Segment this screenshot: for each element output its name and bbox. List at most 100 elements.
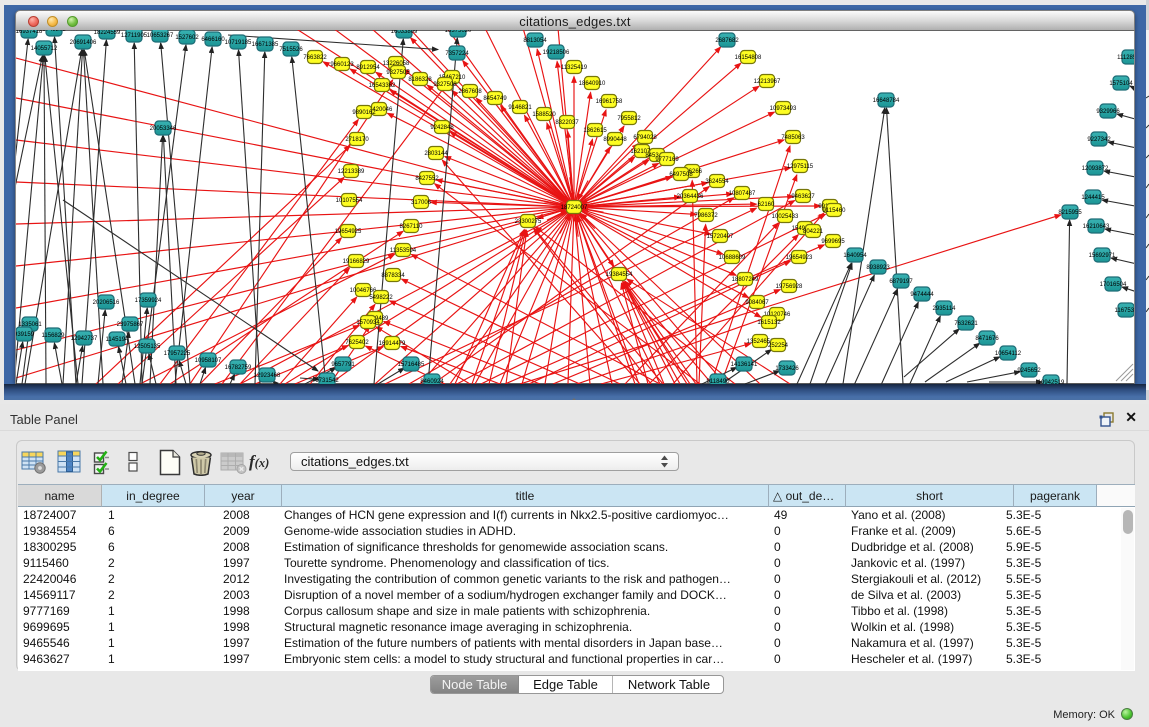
svg-text:9242848: 9242848 bbox=[430, 125, 454, 131]
svg-text:17359924: 17359924 bbox=[135, 298, 162, 304]
svg-text:9329966: 9329966 bbox=[1096, 109, 1120, 115]
svg-text:8427552: 8427552 bbox=[415, 176, 439, 182]
svg-text:8322037: 8322037 bbox=[555, 120, 579, 126]
svg-text:16937418: 16937418 bbox=[16, 30, 43, 35]
svg-text:9245652: 9245652 bbox=[1017, 368, 1041, 374]
svg-text:939159: 939159 bbox=[16, 332, 35, 338]
svg-text:16210643: 16210643 bbox=[1083, 224, 1110, 230]
svg-text:7625402: 7625402 bbox=[345, 340, 369, 346]
svg-text:1527602: 1527602 bbox=[175, 35, 199, 41]
svg-text:1615132: 1615132 bbox=[757, 320, 781, 326]
svg-text:8912954: 8912954 bbox=[356, 65, 380, 71]
svg-text:10653267: 10653267 bbox=[147, 33, 174, 39]
svg-text:1733426: 1733426 bbox=[775, 366, 799, 372]
svg-text:12923468: 12923468 bbox=[254, 373, 281, 379]
svg-text:8990448: 8990448 bbox=[603, 137, 627, 143]
svg-text:15692971: 15692971 bbox=[1089, 253, 1116, 259]
svg-text:12975115: 12975115 bbox=[787, 164, 814, 170]
svg-text:18375620: 18375620 bbox=[445, 30, 472, 34]
svg-text:19654925: 19654925 bbox=[335, 229, 362, 235]
svg-text:2803144: 2803144 bbox=[424, 151, 448, 157]
svg-text:16648784: 16648784 bbox=[873, 98, 900, 104]
svg-text:20053346: 20053346 bbox=[150, 126, 177, 132]
svg-text:1588520: 1588520 bbox=[532, 112, 556, 118]
svg-text:8878334: 8878334 bbox=[381, 273, 405, 279]
svg-text:9146821: 9146821 bbox=[508, 105, 532, 111]
svg-text:9327505: 9327505 bbox=[386, 70, 410, 76]
svg-text:7632621: 7632621 bbox=[954, 321, 978, 327]
svg-text:12505135: 12505135 bbox=[134, 344, 161, 350]
svg-text:16914479: 16914479 bbox=[379, 341, 406, 347]
svg-text:10719185: 10719185 bbox=[225, 40, 252, 46]
svg-text:18807249: 18807249 bbox=[732, 277, 759, 283]
svg-text:12942737: 12942737 bbox=[71, 336, 98, 342]
svg-text:8471676: 8471676 bbox=[975, 336, 999, 342]
svg-text:16961758: 16961758 bbox=[596, 99, 623, 105]
svg-text:19166829: 19166829 bbox=[343, 259, 370, 265]
svg-text:10958107: 10958107 bbox=[195, 358, 222, 364]
svg-text:9115460: 9115460 bbox=[823, 208, 847, 214]
svg-text:9660123: 9660123 bbox=[330, 62, 354, 68]
svg-text:18224559: 18224559 bbox=[94, 30, 121, 36]
svg-text:8813054: 8813054 bbox=[523, 38, 547, 44]
svg-text:16671385: 16671385 bbox=[252, 42, 279, 48]
svg-text:8186328: 8186328 bbox=[408, 77, 432, 83]
svg-text:19218506: 19218506 bbox=[543, 50, 570, 56]
svg-text:2687682: 2687682 bbox=[715, 38, 739, 44]
svg-text:8460924: 8460924 bbox=[420, 379, 444, 384]
svg-text:1145194: 1145194 bbox=[106, 337, 130, 343]
svg-text:11325419: 11325419 bbox=[561, 65, 588, 71]
svg-text:7485063: 7485063 bbox=[781, 135, 805, 141]
svg-text:1244415: 1244415 bbox=[1081, 195, 1105, 201]
svg-text:1156829: 1156829 bbox=[42, 333, 66, 339]
svg-text:10688609: 10688609 bbox=[719, 255, 746, 261]
svg-text:14055712: 14055712 bbox=[31, 46, 58, 52]
svg-text:6497508: 6497508 bbox=[669, 172, 693, 178]
svg-text:12711905: 12711905 bbox=[121, 33, 148, 39]
svg-text:9657791: 9657791 bbox=[331, 362, 355, 368]
svg-text:10654112: 10654112 bbox=[995, 351, 1022, 357]
svg-text:6466160: 6466160 bbox=[201, 37, 225, 43]
svg-text:7986372: 7986372 bbox=[694, 213, 718, 219]
svg-text:11128506: 11128506 bbox=[1117, 55, 1134, 61]
svg-text:16543362: 16543362 bbox=[369, 83, 396, 89]
svg-text:1167533: 1167533 bbox=[1115, 308, 1134, 314]
svg-text:10807487: 10807487 bbox=[729, 191, 756, 197]
svg-text:9227342: 9227342 bbox=[1087, 137, 1111, 143]
svg-text:8267110: 8267110 bbox=[400, 224, 424, 230]
svg-text:9327508: 9327508 bbox=[433, 82, 457, 88]
svg-text:16782759: 16782759 bbox=[225, 365, 252, 371]
svg-text:7955812: 7955812 bbox=[617, 116, 641, 122]
svg-text:11353594: 11353594 bbox=[390, 248, 417, 254]
svg-text:8215955: 8215955 bbox=[1058, 210, 1082, 216]
svg-text:7357224: 7357224 bbox=[445, 51, 469, 57]
svg-text:3624554: 3624554 bbox=[705, 179, 729, 185]
svg-text:17016504: 17016504 bbox=[1100, 282, 1127, 288]
svg-text:6794028: 6794028 bbox=[633, 135, 657, 141]
svg-text:9777169: 9777169 bbox=[655, 157, 679, 163]
svg-text:10942519: 10942519 bbox=[1038, 380, 1065, 384]
svg-text:6879197: 6879197 bbox=[889, 279, 913, 285]
svg-text:9699695: 9699695 bbox=[821, 239, 845, 245]
svg-text:9474444: 9474444 bbox=[910, 292, 934, 298]
svg-text:9745203: 9745203 bbox=[42, 30, 66, 33]
svg-text:20364436: 20364436 bbox=[677, 194, 704, 200]
svg-text:2718170: 2718170 bbox=[345, 137, 369, 143]
svg-text:15720407: 15720407 bbox=[707, 234, 734, 240]
svg-text:2935114: 2935114 bbox=[933, 306, 957, 312]
svg-text:17957225: 17957225 bbox=[164, 351, 191, 357]
svg-text:18640910: 18640910 bbox=[579, 81, 606, 87]
svg-text:1362615: 1362615 bbox=[583, 128, 607, 134]
svg-text:62160: 62160 bbox=[758, 202, 775, 208]
svg-text:8938923: 8938923 bbox=[866, 265, 890, 271]
svg-text:10046766: 10046766 bbox=[350, 288, 377, 294]
svg-text:9463627: 9463627 bbox=[791, 194, 815, 200]
svg-text:19756928: 19756928 bbox=[776, 284, 803, 290]
svg-text:9118490: 9118490 bbox=[707, 379, 731, 384]
svg-text:23975867: 23975867 bbox=[117, 322, 144, 328]
svg-text:1570934: 1570934 bbox=[356, 320, 380, 326]
svg-text:9731542: 9731542 bbox=[315, 378, 339, 384]
svg-text:5498222: 5498222 bbox=[369, 295, 393, 301]
svg-text:12213389: 12213389 bbox=[338, 169, 365, 175]
svg-text:16033809: 16033809 bbox=[391, 30, 418, 35]
